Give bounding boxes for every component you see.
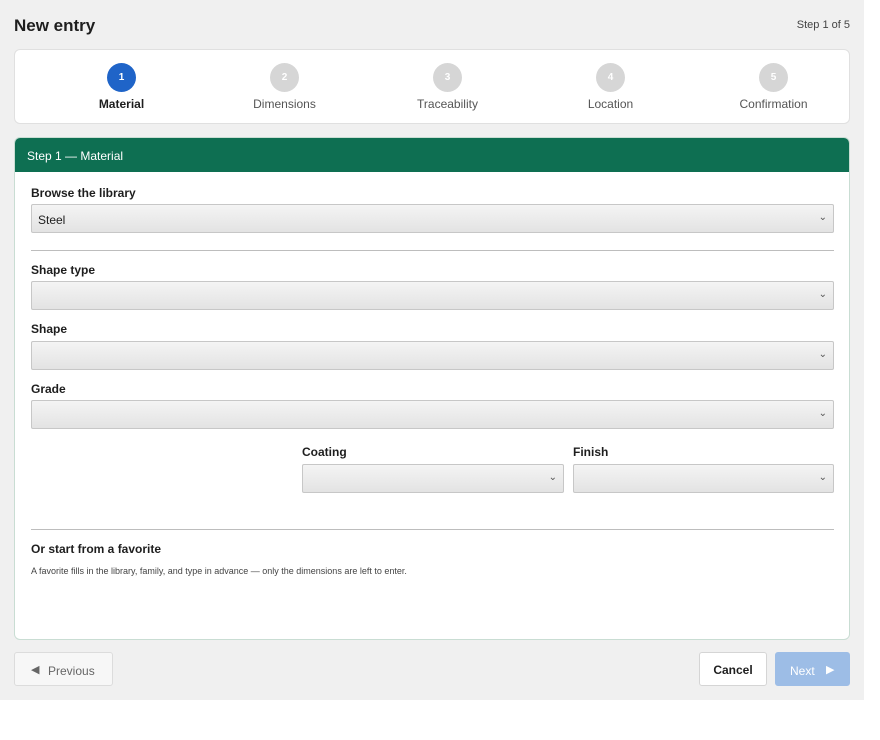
shape-type-select[interactable]: ⌄ bbox=[31, 281, 834, 310]
material-panel: Step 1 — Material Browse the library Ste… bbox=[14, 137, 850, 640]
previous-button[interactable]: ◀ Previous bbox=[14, 652, 113, 686]
panel-header: Step 1 — Material bbox=[15, 138, 849, 172]
shape-select[interactable]: ⌄ bbox=[31, 341, 834, 370]
step-material[interactable]: 1 Material bbox=[40, 50, 203, 125]
step-number-circle: 2 bbox=[270, 63, 299, 92]
step-label: Confirmation bbox=[739, 97, 808, 111]
page-title: New entry bbox=[14, 16, 96, 35]
step-counter: Step 1 of 5 bbox=[796, 19, 850, 31]
library-select[interactable]: Steel ⌄ bbox=[31, 204, 834, 233]
library-select-value: Steel bbox=[38, 213, 66, 227]
next-button-label: Next bbox=[790, 664, 815, 678]
favorite-description: A favorite fills in the library, family,… bbox=[31, 566, 407, 576]
finish-select[interactable]: ⌄ bbox=[573, 464, 834, 493]
triangle-right-icon: ▶ bbox=[826, 664, 835, 676]
chevron-down-icon: ⌄ bbox=[818, 472, 827, 483]
step-traceability[interactable]: 3 Traceability bbox=[366, 50, 529, 125]
step-dimensions[interactable]: 2 Dimensions bbox=[203, 50, 366, 125]
triangle-left-icon: ◀ bbox=[31, 664, 40, 676]
favorite-heading: Or start from a favorite bbox=[31, 542, 162, 556]
app-window: New entry Step 1 of 5 1 Material 2 Dimen… bbox=[0, 0, 864, 700]
page-header: New entry Step 1 of 5 bbox=[14, 14, 850, 38]
grade-select[interactable]: ⌄ bbox=[31, 400, 834, 429]
previous-button-label: Previous bbox=[48, 664, 95, 678]
chevron-down-icon: ⌄ bbox=[818, 408, 827, 419]
shape-type-label: Shape type bbox=[31, 263, 96, 277]
chevron-down-icon: ⌄ bbox=[818, 349, 827, 360]
chevron-down-icon: ⌄ bbox=[548, 472, 557, 483]
coating-select[interactable]: ⌄ bbox=[302, 464, 564, 493]
step-label: Traceability bbox=[417, 97, 478, 111]
chevron-down-icon: ⌄ bbox=[818, 289, 827, 300]
cancel-button[interactable]: Cancel bbox=[699, 652, 767, 686]
divider bbox=[31, 250, 834, 251]
finish-label: Finish bbox=[573, 445, 609, 459]
next-button[interactable]: Next ▶ bbox=[775, 652, 850, 686]
step-label: Material bbox=[98, 97, 145, 111]
divider bbox=[31, 529, 834, 530]
library-label: Browse the library bbox=[31, 186, 136, 200]
step-number-circle: 4 bbox=[596, 63, 625, 92]
panel-title: Step 1 — Material bbox=[27, 149, 124, 163]
step-number-circle: 1 bbox=[107, 63, 136, 92]
step-number-circle: 3 bbox=[433, 63, 462, 92]
step-confirmation[interactable]: 5 Confirmation bbox=[692, 50, 855, 125]
grade-label: Grade bbox=[31, 382, 66, 396]
step-label: Location bbox=[587, 97, 634, 111]
shape-label: Shape bbox=[31, 322, 68, 336]
coating-label: Coating bbox=[302, 445, 347, 459]
step-location[interactable]: 4 Location bbox=[529, 50, 692, 125]
chevron-down-icon: ⌄ bbox=[818, 212, 827, 223]
step-label: Dimensions bbox=[253, 97, 316, 111]
stepper: 1 Material 2 Dimensions 3 Traceability 4… bbox=[14, 49, 850, 124]
step-number-circle: 5 bbox=[759, 63, 788, 92]
